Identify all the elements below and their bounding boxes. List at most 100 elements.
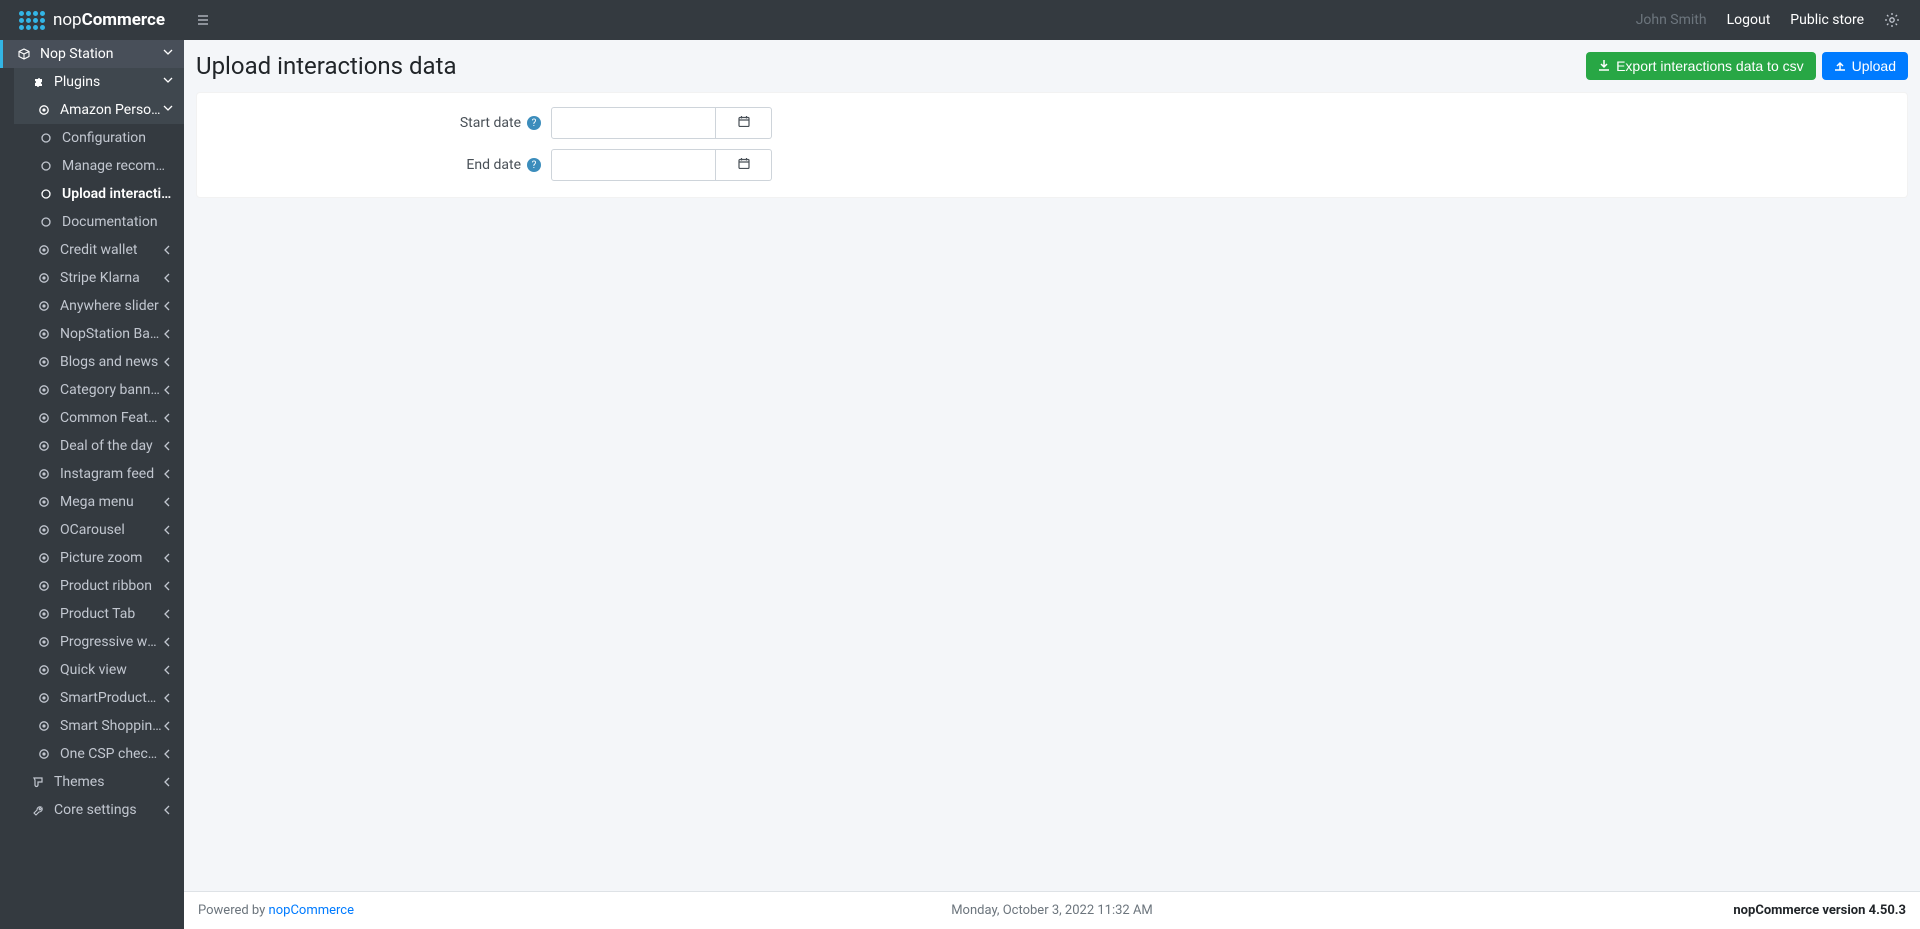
circle-icon xyxy=(36,216,56,228)
sidebar-item-plugin[interactable]: Product Tab xyxy=(14,600,184,628)
sidebar: Nop Station Plugins Amazon Personalize C… xyxy=(0,40,184,929)
sidebar-item-plugin[interactable]: Common Features xyxy=(14,404,184,432)
button-label: Export interactions data to csv xyxy=(1616,58,1804,74)
dot-circle-icon xyxy=(34,412,54,424)
sidebar-item-plugin[interactable]: Progressive web app xyxy=(14,628,184,656)
sidebar-item-label: Smart Shopping Cart xyxy=(60,718,162,734)
sidebar-item-label: Anywhere slider xyxy=(60,298,162,314)
chevron-left-icon xyxy=(162,553,174,563)
chevron-left-icon xyxy=(162,497,174,507)
start-date-calendar-button[interactable] xyxy=(716,107,772,139)
export-csv-button[interactable]: Export interactions data to csv xyxy=(1586,52,1816,80)
footer-version-label: nopCommerce version xyxy=(1733,903,1868,918)
logout-link[interactable]: Logout xyxy=(1727,12,1771,28)
sidebar-item-nop-station[interactable]: Nop Station xyxy=(0,40,184,68)
dot-circle-icon xyxy=(34,272,54,284)
public-store-link[interactable]: Public store xyxy=(1790,12,1864,28)
sidebar-item-label: Quick view xyxy=(60,662,162,678)
start-date-input[interactable] xyxy=(551,107,716,139)
sidebar-item-plugin[interactable]: Picture zoom xyxy=(14,544,184,572)
chevron-down-icon xyxy=(162,105,174,115)
dot-circle-icon xyxy=(34,524,54,536)
chevron-left-icon xyxy=(162,469,174,479)
sidebar-item-upload-interactions[interactable]: Upload interactions data xyxy=(14,180,184,208)
sidebar-item-documentation[interactable]: Documentation xyxy=(14,208,184,236)
sidebar-item-plugin[interactable]: Credit wallet xyxy=(14,236,184,264)
sidebar-item-plugin[interactable]: SmartProductBox xyxy=(14,684,184,712)
chevron-left-icon xyxy=(162,413,174,423)
sidebar-item-plugin[interactable]: Smart Shopping Cart xyxy=(14,712,184,740)
sidebar-item-plugin[interactable]: Anywhere slider xyxy=(14,292,184,320)
brand-logo[interactable]: nopCommerce xyxy=(0,0,184,40)
sidebar-item-plugin[interactable]: Deal of the day xyxy=(14,432,184,460)
sidebar-item-label: Blogs and news xyxy=(60,354,162,370)
circle-icon xyxy=(36,132,56,144)
sidebar-item-manage-recommenders[interactable]: Manage recommenders xyxy=(14,152,184,180)
sidebar-item-plugin[interactable]: OCarousel xyxy=(14,516,184,544)
paint-icon xyxy=(28,776,48,788)
dot-circle-icon xyxy=(34,580,54,592)
circle-icon xyxy=(36,188,56,200)
sidebar-item-plugin[interactable]: One CSP checkout xyxy=(14,740,184,768)
dot-circle-icon xyxy=(34,468,54,480)
sidebar-item-label: Product ribbon xyxy=(60,578,162,594)
sidebar-item-plugin[interactable]: Product ribbon xyxy=(14,572,184,600)
sidebar-item-plugins[interactable]: Plugins xyxy=(14,68,184,96)
chevron-left-icon xyxy=(162,805,174,815)
sidebar-item-label: Progressive web app xyxy=(60,634,162,650)
dot-circle-icon xyxy=(34,244,54,256)
dot-circle-icon xyxy=(34,720,54,732)
sidebar-item-label: Manage recommenders xyxy=(62,158,174,174)
sidebar-item-label: Mega menu xyxy=(60,494,162,510)
footer-nopcommerce-link[interactable]: nopCommerce xyxy=(269,903,354,918)
sidebar-item-plugin[interactable]: Stripe Klarna xyxy=(14,264,184,292)
footer-version: 4.50.3 xyxy=(1869,903,1906,918)
brand-text: nopCommerce xyxy=(53,10,165,30)
sidebar-item-configuration[interactable]: Configuration xyxy=(14,124,184,152)
chevron-left-icon xyxy=(162,329,174,339)
footer: Powered by nopCommerce Monday, October 3… xyxy=(184,891,1920,929)
brand-dots-icon xyxy=(19,11,45,30)
chevron-left-icon xyxy=(162,357,174,367)
chevron-left-icon xyxy=(162,385,174,395)
button-label: Upload xyxy=(1852,58,1896,74)
help-icon[interactable]: ? xyxy=(527,158,541,172)
sidebar-item-label: Themes xyxy=(54,774,162,790)
dot-circle-icon xyxy=(34,608,54,620)
sidebar-item-core-settings[interactable]: Core settings xyxy=(14,796,184,824)
dot-circle-icon xyxy=(34,300,54,312)
dot-circle-icon xyxy=(34,496,54,508)
chevron-left-icon xyxy=(162,665,174,675)
sidebar-item-plugin[interactable]: NopStation Banner xyxy=(14,320,184,348)
sidebar-item-label: SmartProductBox xyxy=(60,690,162,706)
sidebar-item-label: Common Features xyxy=(60,410,162,426)
sidebar-item-label: Deal of the day xyxy=(60,438,162,454)
sidebar-item-label: Documentation xyxy=(62,214,174,230)
settings-gear-icon[interactable] xyxy=(1884,12,1900,28)
sidebar-item-themes[interactable]: Themes xyxy=(14,768,184,796)
dot-circle-icon xyxy=(34,440,54,452)
end-date-input[interactable] xyxy=(551,149,716,181)
sidebar-item-plugin[interactable]: Category banner xyxy=(14,376,184,404)
dot-circle-icon xyxy=(34,552,54,564)
sidebar-item-plugin[interactable]: Quick view xyxy=(14,656,184,684)
sidebar-item-label: Amazon Personalize xyxy=(60,102,162,118)
dot-circle-icon xyxy=(34,692,54,704)
chevron-left-icon xyxy=(162,609,174,619)
sidebar-toggle-button[interactable] xyxy=(184,0,224,40)
top-nav: nopCommerce John Smith Logout Public sto… xyxy=(0,0,1920,40)
sidebar-item-amazon-personalize[interactable]: Amazon Personalize xyxy=(14,96,184,124)
end-date-calendar-button[interactable] xyxy=(716,149,772,181)
upload-button[interactable]: Upload xyxy=(1822,52,1908,80)
page-content: Upload interactions data Export interact… xyxy=(184,40,1920,891)
sidebar-item-plugin[interactable]: Mega menu xyxy=(14,488,184,516)
start-date-label: Start date xyxy=(460,115,521,131)
calendar-icon xyxy=(738,115,750,131)
calendar-icon xyxy=(738,157,750,173)
circle-icon xyxy=(36,160,56,172)
chevron-left-icon xyxy=(162,637,174,647)
help-icon[interactable]: ? xyxy=(527,116,541,130)
sidebar-item-plugin[interactable]: Instagram feed xyxy=(14,460,184,488)
dot-circle-icon xyxy=(34,748,54,760)
sidebar-item-plugin[interactable]: Blogs and news xyxy=(14,348,184,376)
